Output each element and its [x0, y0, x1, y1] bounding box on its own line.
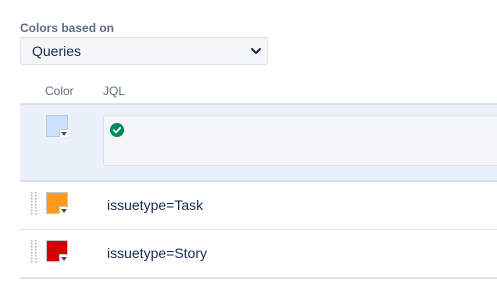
- section-label: Colors based on: [20, 21, 115, 35]
- header-color: Color: [45, 84, 74, 98]
- select-value: Queries: [32, 43, 82, 59]
- chevron-down-icon: [251, 48, 261, 54]
- drag-handle-icon[interactable]: [30, 240, 38, 264]
- table-row: issuetype=Task: [20, 182, 497, 230]
- color-swatch-picker[interactable]: [46, 240, 68, 262]
- table-header: Color JQL: [20, 78, 497, 105]
- triangle-down-icon: [61, 209, 67, 213]
- jql-query-input[interactable]: [103, 115, 497, 166]
- triangle-down-icon: [61, 257, 67, 261]
- header-jql: JQL: [103, 84, 126, 98]
- triangle-down-icon: [61, 132, 67, 136]
- check-circle-icon: [110, 123, 124, 137]
- color-rules-table: Color JQL issuetype=Task issuetype=Story: [20, 78, 497, 279]
- color-swatch-picker[interactable]: [46, 192, 68, 214]
- table-row: issuetype=Story: [20, 230, 497, 279]
- jql-query-text[interactable]: issuetype=Story: [107, 245, 207, 261]
- drag-handle-icon[interactable]: [30, 192, 38, 216]
- new-rule-row: [20, 105, 497, 182]
- color-swatch-picker[interactable]: [46, 115, 68, 137]
- colors-based-on-select[interactable]: Queries: [20, 37, 268, 65]
- jql-query-text[interactable]: issuetype=Task: [107, 197, 203, 213]
